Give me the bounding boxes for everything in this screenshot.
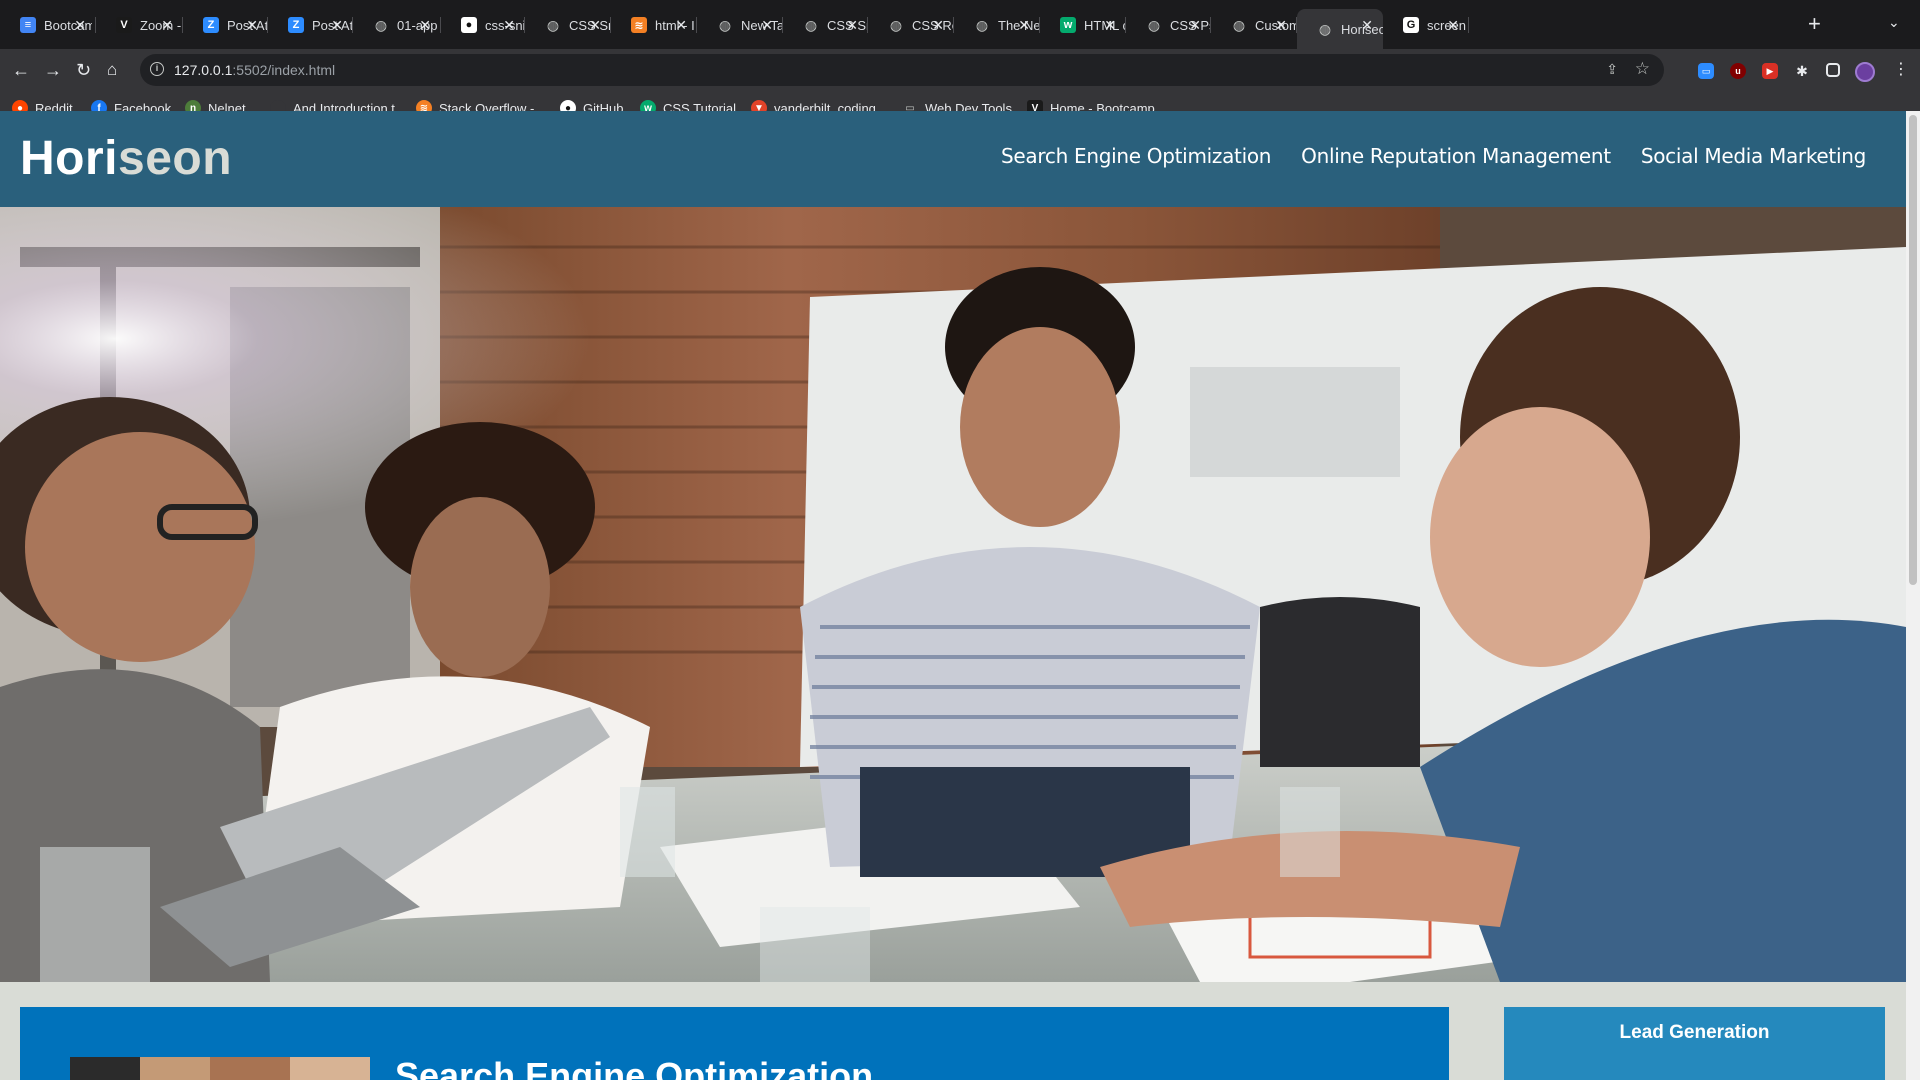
extensions-puzzle-icon[interactable]: ✱ (1794, 63, 1810, 79)
browser-tab[interactable]: Z Post At ✕ (268, 9, 353, 41)
close-tab-icon[interactable]: ✕ (932, 17, 944, 33)
browser-tab[interactable]: ◍CSS Sn✕ (525, 9, 611, 41)
browser-tab[interactable]: Z Post At ✕ (183, 9, 268, 41)
browser-tab[interactable]: ◍ The Ne ✕ (954, 9, 1040, 41)
scrollbar-thumb[interactable] (1909, 115, 1917, 585)
logo-accent-text: seon (118, 132, 233, 185)
address-bar[interactable]: i 127.0.0.1:5502/index.html ⇪ ☆ (140, 54, 1664, 86)
url-host: 127.0.0.1 (174, 62, 233, 78)
browser-tab[interactable]: ◍CSS Re✕ (868, 9, 954, 41)
github-icon: ● (461, 17, 477, 33)
browser-tab[interactable]: ◍CSS Sn✕ (783, 9, 868, 41)
globe-icon: ◍ (804, 16, 818, 33)
benefit-title: Lead Generation (1619, 1022, 1770, 1043)
stackoverflow-icon: ≋ (631, 17, 647, 33)
browser-tab[interactable]: ◍New Tab✕ (697, 9, 783, 41)
nav-link-seo[interactable]: Search Engine Optimization (1001, 144, 1271, 168)
back-icon[interactable]: ← (12, 59, 30, 81)
side-panel-icon[interactable] (1826, 63, 1840, 77)
seo-section: Search Engine Optimization (20, 1007, 1449, 1080)
browser-tab[interactable]: ◍ Custom ✕ (1211, 9, 1297, 41)
z-icon: Z (288, 17, 304, 33)
screencast-extension-icon[interactable]: ▶ (1762, 63, 1778, 79)
browser-tab[interactable]: ≡Bootcamp✕ (0, 9, 96, 41)
site-logo: Horiseon (20, 131, 232, 186)
benefit-lead-generation: Lead Generation (1504, 1007, 1885, 1080)
globe-icon: ◍ (718, 16, 732, 33)
browser-tab[interactable]: ●css-snippets✕ (441, 9, 525, 41)
close-tab-icon[interactable]: ✕ (761, 17, 773, 33)
globe-icon: ◍ (1318, 20, 1332, 37)
profile-avatar[interactable] (1855, 62, 1875, 82)
close-tab-icon[interactable]: ✕ (1275, 17, 1287, 33)
close-tab-icon[interactable]: ✕ (74, 17, 86, 33)
close-tab-icon[interactable]: ✕ (846, 17, 858, 33)
logo-main-text: Hori (20, 132, 118, 185)
close-tab-icon[interactable]: ✕ (1189, 17, 1201, 33)
close-tab-icon[interactable]: ✕ (246, 17, 258, 33)
nav-link-reputation[interactable]: Online Reputation Management (1301, 144, 1611, 168)
close-tab-icon[interactable]: ✕ (1018, 17, 1030, 33)
url-text[interactable]: 127.0.0.1:5502/index.html (174, 62, 335, 78)
url-path: :5502/index.html (232, 62, 336, 78)
browser-tab[interactable]: VZoom - V✕ (96, 9, 183, 41)
v-icon: V (116, 17, 132, 33)
browser-tab[interactable]: ◍ CSS Ps ✕ (1126, 9, 1211, 41)
globe-icon: ◍ (374, 16, 388, 33)
globe-icon: ◍ (975, 16, 989, 33)
zoom-extension-icon[interactable]: ▭ (1698, 63, 1714, 79)
browser-tab[interactable]: Gscreen ✕ (1383, 9, 1469, 41)
browser-tab[interactable]: ≋ html - I ✕ (611, 9, 697, 41)
browser-tab[interactable]: ◍Horiseon✕ (1297, 9, 1383, 49)
browser-tab-strip: ≡Bootcamp✕VZoom - V✕ZPost At✕ZPost At✕◍0… (0, 0, 1920, 49)
new-tab-button[interactable]: + (1808, 12, 1821, 36)
globe-icon: ◍ (546, 16, 560, 33)
hero-photo-illustration (0, 207, 1906, 982)
browser-tab[interactable]: w HTML c ✕ (1040, 9, 1126, 41)
close-tab-icon[interactable]: ✕ (1361, 17, 1373, 33)
tab-search-icon[interactable]: ⌄ (1888, 14, 1900, 31)
reload-icon[interactable]: ↻ (76, 59, 91, 81)
globe-icon: ◍ (1147, 16, 1161, 33)
close-tab-icon[interactable]: ✕ (503, 17, 515, 33)
close-tab-icon[interactable]: ✕ (589, 17, 601, 33)
w3-icon: w (1060, 17, 1076, 33)
close-tab-icon[interactable]: ✕ (1447, 17, 1459, 33)
google-icon: G (1403, 17, 1419, 33)
browser-toolbar: ← → ↻ ⌂ i 127.0.0.1:5502/index.html ⇪ ☆ … (0, 49, 1920, 93)
forward-icon[interactable]: → (44, 59, 62, 81)
nav-link-social[interactable]: Social Media Marketing (1641, 144, 1866, 168)
close-tab-icon[interactable]: ✕ (161, 17, 173, 33)
close-tab-icon[interactable]: ✕ (331, 17, 343, 33)
browser-tab[interactable]: ◍ 01-app ✕ (353, 9, 441, 41)
close-tab-icon[interactable]: ✕ (675, 17, 687, 33)
page-scrollbar[interactable] (1906, 111, 1920, 1080)
hero-image (0, 207, 1906, 982)
doc-icon: ≡ (20, 17, 36, 33)
site-info-icon[interactable]: i (150, 62, 164, 76)
share-icon[interactable]: ⇪ (1606, 61, 1618, 78)
globe-icon: ◍ (1232, 16, 1246, 33)
z-icon: Z (203, 17, 219, 33)
seo-section-title: Search Engine Optimization (395, 1055, 874, 1080)
close-tab-icon[interactable]: ✕ (419, 17, 431, 33)
globe-icon: ◍ (889, 16, 903, 33)
browser-menu-icon[interactable]: ⋮ (1893, 60, 1909, 80)
ublock-extension-icon[interactable]: u (1730, 63, 1746, 79)
home-icon[interactable]: ⌂ (107, 59, 117, 81)
close-tab-icon[interactable]: ✕ (1104, 17, 1116, 33)
site-header: Horiseon Search Engine Optimization Onli… (0, 111, 1906, 207)
seo-section-image (70, 1057, 370, 1080)
main-nav: Search Engine Optimization Online Reputa… (1001, 144, 1866, 168)
web-page: Horiseon Search Engine Optimization Onli… (0, 111, 1906, 1080)
bookmark-star-icon[interactable]: ☆ (1635, 59, 1650, 79)
tab-separator (1468, 17, 1469, 33)
